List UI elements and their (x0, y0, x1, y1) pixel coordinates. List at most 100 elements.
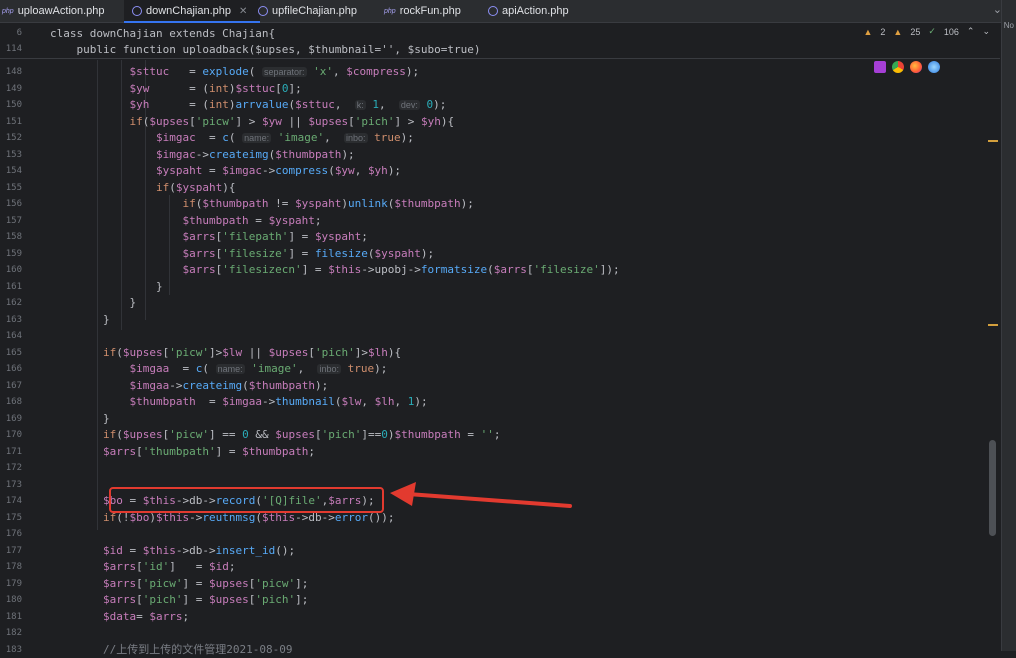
line-number: 163 (5, 314, 22, 325)
code-line[interactable]: $arrs['picw'] = $upses['picw']; (50, 576, 308, 592)
editor-tab-bar: php uploawAction.php downChajian.php ✕ u… (0, 0, 1016, 23)
line-number: 176 (5, 529, 22, 539)
code-editor[interactable]: $sttuc = explode( separator: 'x', $compr… (46, 60, 986, 656)
code-line[interactable]: $imgac = c( name: 'image', inbo: true); (50, 130, 414, 146)
tab-downchajian[interactable]: downChajian.php ✕ (124, 0, 260, 23)
sticky-line-class[interactable]: 6 class downChajian extends Chajian{ (0, 25, 276, 41)
vertical-scrollbar[interactable] (989, 440, 996, 536)
sticky-code: public function uploadback($upses, $thum… (50, 42, 481, 56)
line-number: 152 (5, 133, 22, 143)
line-number: 158 (5, 232, 22, 242)
line-number: 182 (5, 628, 22, 638)
tab-label: apiAction.php (502, 5, 569, 17)
line-number: 171 (5, 446, 22, 457)
line-number: 173 (5, 479, 22, 490)
line-number: 162 (5, 298, 22, 308)
code-line[interactable]: $arrs['id'] = $id; (50, 559, 236, 575)
line-number: 150 (5, 100, 22, 110)
code-line[interactable]: $arrs['pich'] = $upses['pich']; (50, 592, 308, 608)
line-number: 114 (5, 44, 22, 54)
line-number: 175 (5, 512, 22, 523)
code-line[interactable]: if($upses['picw'] > $yw || $upses['pich'… (50, 114, 454, 130)
code-line[interactable]: if($upses['picw'] == 0 && $upses['pich']… (50, 427, 500, 443)
line-number: 169 (5, 413, 22, 424)
code-line[interactable]: $arrs['filesize'] = filesize($yspaht); (50, 246, 434, 262)
sticky-scope-header: 6 class downChajian extends Chajian{ 114… (0, 23, 1000, 59)
ok-count: 106 (943, 26, 959, 37)
scroll-warning-marker[interactable] (988, 140, 998, 142)
code-line[interactable]: } (50, 411, 110, 427)
code-line[interactable]: } (50, 279, 163, 295)
line-number: 172 (5, 463, 22, 473)
code-line[interactable]: $arrs['filesizecn'] = $this->upobj->form… (50, 262, 619, 278)
line-number: 153 (5, 149, 22, 160)
tab-uploawaction[interactable]: php uploawAction.php (2, 0, 112, 22)
tab-label: uploawAction.php (17, 5, 105, 17)
php-class-icon (132, 6, 142, 16)
line-number: 156 (5, 199, 22, 209)
line-number-gutter: 148 149 150 151 152 153 154 155 156 157 158 159 160 1… (0, 60, 46, 655)
code-line[interactable]: $imgac->createimg($thumbpath); (50, 147, 355, 163)
tab-apiaction[interactable]: apiAction.php (488, 0, 588, 22)
line-number: 155 (5, 182, 22, 193)
close-icon[interactable]: ✕ (239, 6, 247, 17)
line-number: 168 (5, 397, 22, 407)
code-line[interactable]: if($thumbpath != $yspaht)unlink($thumbpa… (50, 196, 473, 212)
line-number: 167 (5, 380, 22, 391)
tab-label: rockFun.php (399, 5, 461, 17)
code-line[interactable]: //上传到上传的文件管理2021-08-09 (50, 642, 292, 658)
tab-rockfun[interactable]: php rockFun.php (384, 0, 484, 22)
chevron-down-icon[interactable]: ⌄ (982, 26, 990, 37)
line-number: 183 (5, 644, 22, 655)
line-number: 6 (16, 28, 22, 38)
chevron-up-icon[interactable]: ⌃ (967, 26, 975, 37)
line-number: 154 (5, 166, 22, 176)
line-number: 179 (5, 578, 22, 589)
line-number: 180 (5, 595, 22, 605)
warning-icon: ▲ (863, 26, 873, 37)
weak-warning-count: 25 (910, 26, 921, 37)
php-file-icon: php (2, 7, 14, 15)
code-line[interactable]: $thumbpath = $yspaht; (50, 213, 321, 229)
line-number: 151 (5, 116, 22, 127)
code-line[interactable]: } (50, 295, 136, 311)
php-class-icon (258, 6, 268, 16)
code-line[interactable]: if($yspaht){ (50, 180, 235, 196)
line-number: 177 (5, 545, 22, 556)
code-line[interactable]: $arrs['thumbpath'] = $thumbpath; (50, 444, 315, 460)
line-number: 164 (5, 331, 22, 341)
code-line[interactable]: } (50, 312, 110, 328)
code-line[interactable]: if($upses['picw']>$lw || $upses['pich']>… (50, 345, 401, 361)
code-line[interactable]: $sttuc = explode( separator: 'x', $compr… (50, 64, 419, 80)
code-line[interactable]: $thumbpath = $imgaa->thumbnail($lw, $lh,… (50, 394, 427, 410)
highlight-box-annotation (109, 487, 384, 513)
line-number: 157 (5, 215, 22, 226)
line-number: 161 (5, 281, 22, 292)
line-number: 174 (5, 496, 22, 506)
code-line[interactable]: $arrs['filepath'] = $yspaht; (50, 229, 367, 245)
notifications-label[interactable]: No (1004, 21, 1014, 30)
line-number: 170 (5, 430, 22, 440)
code-line[interactable]: $data= $arrs; (50, 609, 189, 625)
line-number: 149 (5, 83, 22, 94)
tab-upfilechajian[interactable]: upfileChajian.php (258, 0, 368, 22)
weak-warning-icon: ▲ (893, 26, 903, 37)
tab-label: downChajian.php (146, 5, 232, 17)
tab-label: upfileChajian.php (272, 5, 358, 17)
php-file-icon: php (384, 7, 396, 15)
inspection-widget[interactable]: ▲ 2 ▲ 25 ✓ 106 ⌃ ⌄ (863, 26, 990, 37)
line-number: 166 (5, 364, 22, 374)
line-number: 165 (5, 347, 22, 358)
code-line[interactable]: $id = $this->db->insert_id(); (50, 543, 295, 559)
sticky-line-function[interactable]: 114 public function uploadback($upses, $… (0, 41, 481, 57)
code-line[interactable]: $yspaht = $imgac->compress($yw, $yh); (50, 163, 401, 179)
sticky-code: class downChajian extends Chajian{ (50, 26, 276, 40)
code-line[interactable]: $imgaa = c( name: 'image', inbo: true); (50, 361, 387, 377)
line-number: 148 (5, 67, 22, 77)
warning-count: 2 (880, 26, 886, 37)
line-number: 178 (5, 562, 22, 572)
scroll-warning-marker[interactable] (988, 324, 998, 326)
code-line[interactable]: $yh = (int)arrvalue($sttuc, k: 1, dev: 0… (50, 97, 446, 113)
code-line[interactable]: $yw = (int)$sttuc[0]; (50, 81, 301, 97)
code-line[interactable]: $imgaa->createimg($thumbpath); (50, 378, 328, 394)
